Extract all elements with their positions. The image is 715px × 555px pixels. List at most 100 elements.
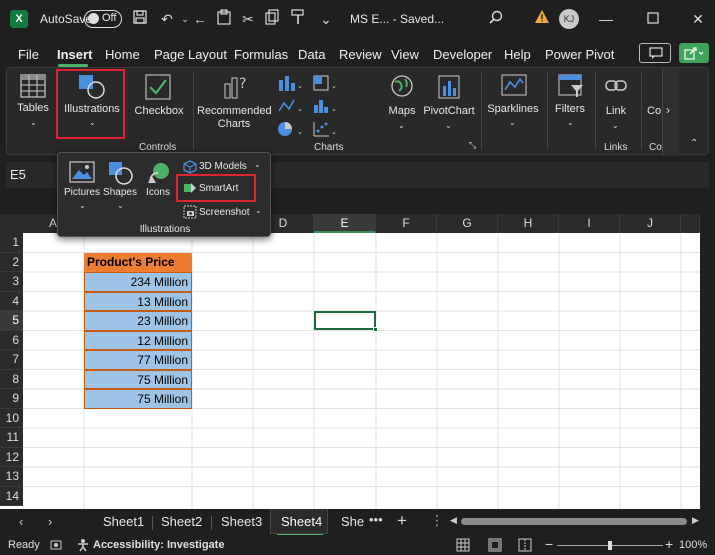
link-button[interactable]: Link ⌄ — [599, 72, 633, 136]
tab-formulas[interactable]: Formulas — [234, 47, 288, 62]
sparklines-button[interactable]: Sparklines ⌄ — [485, 72, 541, 136]
ribbon-scroll-right-button[interactable]: › — [662, 68, 679, 156]
tab-help[interactable]: Help — [504, 47, 531, 62]
comments-group-label[interactable]: Co — [647, 105, 661, 117]
tab-insert[interactable]: Insert — [57, 47, 92, 62]
active-cell-e5[interactable] — [314, 311, 378, 332]
row-header-14[interactable]: 14 — [0, 486, 23, 506]
row-header-13[interactable]: 13 — [0, 467, 23, 487]
tab-data[interactable]: Data — [298, 47, 325, 62]
column-header-g[interactable]: G — [437, 214, 498, 233]
sheet-tab-sheet1[interactable]: Sheet1 — [103, 514, 144, 529]
price-cell[interactable]: 77 Million — [84, 350, 192, 370]
tab-developer[interactable]: Developer — [433, 47, 492, 62]
charts-dialog-launcher-icon[interactable]: ⤡ — [469, 140, 476, 151]
tab-file[interactable]: File — [18, 47, 39, 62]
price-cell[interactable]: 75 Million — [84, 369, 192, 389]
select-all-corner[interactable] — [0, 214, 23, 233]
column-header-f[interactable]: F — [376, 214, 437, 233]
recommended-charts-button[interactable]: ? Recommended Charts — [197, 72, 272, 136]
row-header-4[interactable]: 4 — [0, 291, 23, 311]
hscroll-right-icon[interactable]: ▶ — [692, 515, 699, 526]
row-header-12[interactable]: 12 — [0, 447, 23, 467]
autosave-toggle[interactable]: Off — [84, 10, 122, 28]
scroll-tabs-right-icon[interactable]: › — [48, 514, 52, 529]
scroll-tabs-left-icon[interactable]: ‹ — [19, 514, 23, 529]
minimize-icon[interactable]: — — [596, 9, 616, 29]
collapse-ribbon-icon[interactable]: ⌃ — [690, 138, 698, 149]
price-header-cell[interactable]: Product's Price — [84, 253, 192, 272]
customize-qat-icon[interactable]: ⌄ — [316, 9, 336, 29]
row-header-3[interactable]: 3 — [0, 272, 23, 292]
pie-chart-icon[interactable]: ⌄ — [277, 120, 303, 138]
more-sheets-icon[interactable]: ••• — [369, 512, 383, 527]
column-header-e[interactable]: E — [314, 214, 376, 233]
accessibility-icon[interactable] — [76, 538, 90, 555]
icons-button[interactable]: Icons — [142, 159, 174, 213]
warning-icon[interactable] — [532, 9, 552, 29]
price-cell[interactable]: 75 Million — [84, 389, 192, 409]
pivotchart-button[interactable]: PivotChart ⌄ — [421, 72, 477, 136]
avatar[interactable]: KJ — [559, 9, 579, 29]
page-layout-view-icon[interactable] — [488, 538, 502, 555]
row-header-9[interactable]: 9 — [0, 389, 23, 409]
tab-view[interactable]: View — [391, 47, 419, 62]
row-header-8[interactable]: 8 — [0, 369, 23, 389]
horizontal-scrollbar-thumb[interactable] — [461, 518, 687, 525]
cut-icon[interactable]: ✂ — [238, 9, 258, 29]
status-accessibility[interactable]: Accessibility: Investigate — [93, 539, 224, 551]
column-header-i[interactable]: I — [559, 214, 620, 233]
search-icon[interactable] — [486, 9, 506, 29]
checkbox-button[interactable]: Checkbox — [131, 72, 187, 132]
row-header-6[interactable]: 6 — [0, 330, 23, 350]
back-arrow-icon[interactable]: ← — [190, 9, 210, 29]
screenshot-button[interactable]: Screenshot ⌄ — [180, 203, 270, 221]
zoom-level[interactable]: 100% — [679, 539, 707, 551]
column-header-h[interactable]: H — [498, 214, 559, 233]
zoom-out-icon[interactable]: − — [545, 536, 553, 552]
tab-home[interactable]: Home — [105, 47, 140, 62]
sheet-tab-sheet2[interactable]: Sheet2 — [161, 514, 202, 529]
comments-button[interactable] — [639, 43, 671, 63]
macro-recording-icon[interactable] — [50, 538, 64, 555]
save-icon[interactable] — [130, 9, 150, 29]
row-header-10[interactable]: 10 — [0, 408, 23, 428]
sheet-tab-sheet4[interactable]: Sheet4 — [281, 514, 322, 529]
pictures-button[interactable]: Pictures ⌄ — [64, 159, 100, 213]
price-cell[interactable]: 23 Million — [84, 311, 192, 331]
copy-icon[interactable] — [262, 9, 282, 29]
undo-icon[interactable]: ↶ — [157, 9, 177, 29]
line-chart-icon[interactable]: ⌄ — [277, 97, 303, 115]
shapes-button[interactable]: Shapes ⌄ — [103, 159, 137, 213]
hierarchy-chart-icon[interactable]: ⌄ — [312, 74, 338, 92]
filters-button[interactable]: Filters ⌄ — [550, 72, 590, 136]
row-header-1[interactable]: 1 — [0, 233, 23, 253]
maximize-icon[interactable] — [643, 9, 663, 29]
format-painter-icon[interactable] — [288, 9, 308, 29]
share-button[interactable] — [679, 43, 709, 63]
sheet-tab-truncated[interactable]: She — [341, 514, 364, 529]
hscroll-left-icon[interactable]: ◀ — [450, 515, 457, 526]
zoom-slider-thumb[interactable] — [608, 541, 612, 550]
price-cell[interactable]: 13 Million — [84, 291, 192, 311]
paste-icon[interactable] — [214, 9, 234, 29]
scatter-chart-icon[interactable]: ⌄ — [312, 120, 338, 138]
statistic-chart-icon[interactable]: ⌄ — [312, 97, 338, 115]
tab-page-layout[interactable]: Page Layout — [154, 47, 227, 62]
column-chart-icon[interactable]: ⌄ — [277, 74, 303, 92]
add-sheet-icon[interactable]: + — [397, 511, 407, 531]
row-header-5[interactable]: 5 — [0, 311, 23, 331]
column-header-j[interactable]: J — [620, 214, 681, 233]
tab-splitter-icon[interactable]: ⋮ — [430, 512, 444, 529]
row-header-7[interactable]: 7 — [0, 350, 23, 370]
row-header-2[interactable]: 2 — [0, 252, 23, 272]
vertical-scrollbar[interactable] — [700, 233, 715, 509]
tab-power-pivot[interactable]: Power Pivot — [545, 47, 614, 62]
close-icon[interactable]: ✕ — [688, 9, 708, 29]
zoom-in-icon[interactable]: + — [665, 536, 673, 552]
page-break-view-icon[interactable] — [518, 538, 532, 555]
normal-view-icon[interactable] — [456, 538, 470, 555]
sheet-tab-sheet3[interactable]: Sheet3 — [221, 514, 262, 529]
price-cell[interactable]: 12 Million — [84, 330, 192, 350]
row-header-11[interactable]: 11 — [0, 428, 23, 448]
